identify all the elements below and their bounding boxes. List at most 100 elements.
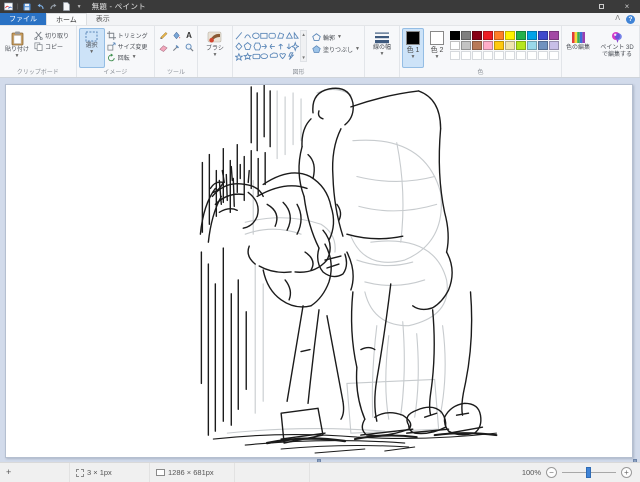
rotate-button[interactable]: 回転 ▼ <box>105 52 150 62</box>
canvas-scroll-area[interactable] <box>0 78 640 462</box>
paste-button[interactable]: 貼り付け ▼ <box>2 28 32 68</box>
select-button[interactable]: 選択 ▼ <box>79 28 105 68</box>
shapes-scroll-down-icon[interactable]: ▼ <box>301 55 305 60</box>
palette-color-1-5[interactable] <box>505 31 515 40</box>
group-brushes: ブラシ ▼ <box>198 26 233 77</box>
eyedropper-icon <box>172 43 181 52</box>
status-bar: + 3 × 1px 1286 × 681px 100% − + <box>0 462 640 482</box>
pencil-tool[interactable] <box>157 30 169 41</box>
palette-color-1-2[interactable] <box>472 31 482 40</box>
qat-customize-chevron-icon[interactable]: ▼ <box>75 2 84 11</box>
edit-colors-button[interactable]: 色の編集 <box>564 28 592 68</box>
palette-empty-slot-9[interactable] <box>549 51 559 60</box>
tab-file[interactable]: ファイル <box>0 13 46 25</box>
save-icon[interactable] <box>23 2 32 11</box>
palette-empty-slot-0[interactable] <box>450 51 460 60</box>
cut-button[interactable]: 切り取り <box>32 30 71 40</box>
palette-color-2-6[interactable] <box>516 41 526 50</box>
paint3d-button[interactable]: ペイント 3D で編集する <box>596 28 638 68</box>
palette-color-1-9[interactable] <box>549 31 559 40</box>
brush-icon <box>207 31 223 45</box>
group-tools: A ツール <box>155 26 198 77</box>
zoom-in-button[interactable]: + <box>621 467 632 478</box>
help-icon[interactable]: ? <box>626 15 635 24</box>
clipboard-icon <box>11 31 24 46</box>
palette-empty-slot-7[interactable] <box>527 51 537 60</box>
palette-empty-slot-4[interactable] <box>494 51 504 60</box>
zoom-slider-thumb[interactable] <box>586 467 591 478</box>
fill-tool[interactable] <box>170 30 182 41</box>
outline-button[interactable]: 輪郭 ▼ <box>310 32 362 42</box>
image-size-icon <box>156 469 165 476</box>
palette-color-1-4[interactable] <box>494 31 504 40</box>
palette-color-1-3[interactable] <box>483 31 493 40</box>
copy-label: コピー <box>45 42 63 51</box>
brushes-button[interactable]: ブラシ ▼ <box>200 28 230 68</box>
color2-dropdown-icon: ▼ <box>435 55 440 59</box>
cursor-position-section: + <box>0 463 70 482</box>
redo-icon[interactable] <box>49 2 58 11</box>
copy-button[interactable]: コピー <box>32 41 71 51</box>
quick-access-toolbar: | ▼ <box>0 2 84 11</box>
palette-color-1-1[interactable] <box>461 31 471 40</box>
palette-color-2-1[interactable] <box>461 41 471 50</box>
crop-button[interactable]: トリミング <box>105 30 150 40</box>
stroke-size-button[interactable]: 線の幅 ▼ <box>367 28 397 68</box>
palette-color-1-7[interactable] <box>527 31 537 40</box>
shapes-scroll-up-icon[interactable]: ▲ <box>301 32 305 37</box>
palette-color-2-2[interactable] <box>472 41 482 50</box>
palette-color-2-5[interactable] <box>505 41 515 50</box>
group-label-colors: 色 <box>400 67 561 76</box>
resize-button[interactable]: サイズ変更 <box>105 41 150 51</box>
palette-empty-slot-5[interactable] <box>505 51 515 60</box>
group-label-tools: ツール <box>155 67 197 76</box>
shapes-scrollbar[interactable]: ▲ ▼ <box>300 30 307 62</box>
fill-button[interactable]: 塗りつぶし ▼ <box>310 44 362 54</box>
palette-color-1-6[interactable] <box>516 31 526 40</box>
collapse-ribbon-icon[interactable]: ᐱ <box>615 16 620 22</box>
maximize-icon[interactable] <box>588 0 614 13</box>
palette-empty-slot-3[interactable] <box>483 51 493 60</box>
palette-empty-slot-2[interactable] <box>472 51 482 60</box>
group-colors: 色 1 ▼ 色 2 ▼ 色 <box>400 26 562 77</box>
palette-empty-slot-1[interactable] <box>461 51 471 60</box>
palette-empty-slot-6[interactable] <box>516 51 526 60</box>
outline-label: 輪郭 <box>323 33 335 42</box>
shapes-grid[interactable] <box>235 30 299 62</box>
color1-button[interactable]: 色 1 ▼ <box>402 28 424 68</box>
palette-empty-slot-8[interactable] <box>538 51 548 60</box>
palette-color-2-7[interactable] <box>527 41 537 50</box>
tab-home[interactable]: ホーム <box>46 13 87 25</box>
eraser-tool[interactable] <box>157 42 169 53</box>
zoom-out-button[interactable]: − <box>546 467 557 478</box>
palette-color-1-0[interactable] <box>450 31 460 40</box>
image-size-section: 1286 × 681px <box>150 463 235 482</box>
color-picker-tool[interactable] <box>170 42 182 53</box>
magnifier-tool[interactable] <box>183 42 195 53</box>
ribbon-tab-row: ファイル ホーム 表示 ᐱ ? <box>0 13 640 26</box>
close-icon[interactable]: × <box>614 0 640 13</box>
tab-view[interactable]: 表示 <box>87 13 119 25</box>
resize-icon <box>107 42 116 51</box>
outline-icon <box>312 33 321 41</box>
cursor-position-icon: + <box>6 468 11 477</box>
scissors-icon <box>34 31 43 40</box>
text-tool[interactable]: A <box>183 30 195 41</box>
undo-icon[interactable] <box>36 2 45 11</box>
palette-color-2-4[interactable] <box>494 41 504 50</box>
crop-label: トリミング <box>118 31 148 40</box>
canvas-drawing[interactable] <box>6 85 632 457</box>
paint-canvas[interactable] <box>5 84 633 458</box>
palette-color-2-3[interactable] <box>483 41 493 50</box>
color2-swatch <box>430 31 444 45</box>
selection-size-icon <box>76 469 84 477</box>
palette-color-2-9[interactable] <box>549 41 559 50</box>
palette-color-2-8[interactable] <box>538 41 548 50</box>
color2-button[interactable]: 色 2 ▼ <box>426 28 448 68</box>
zoom-slider[interactable] <box>562 467 616 478</box>
color-palette[interactable] <box>450 28 559 68</box>
palette-color-1-8[interactable] <box>538 31 548 40</box>
group-image: 選択 ▼ トリミング サイズ変更 回転 ▼ <box>77 26 155 77</box>
palette-color-2-0[interactable] <box>450 41 460 50</box>
new-file-icon[interactable] <box>62 2 71 11</box>
